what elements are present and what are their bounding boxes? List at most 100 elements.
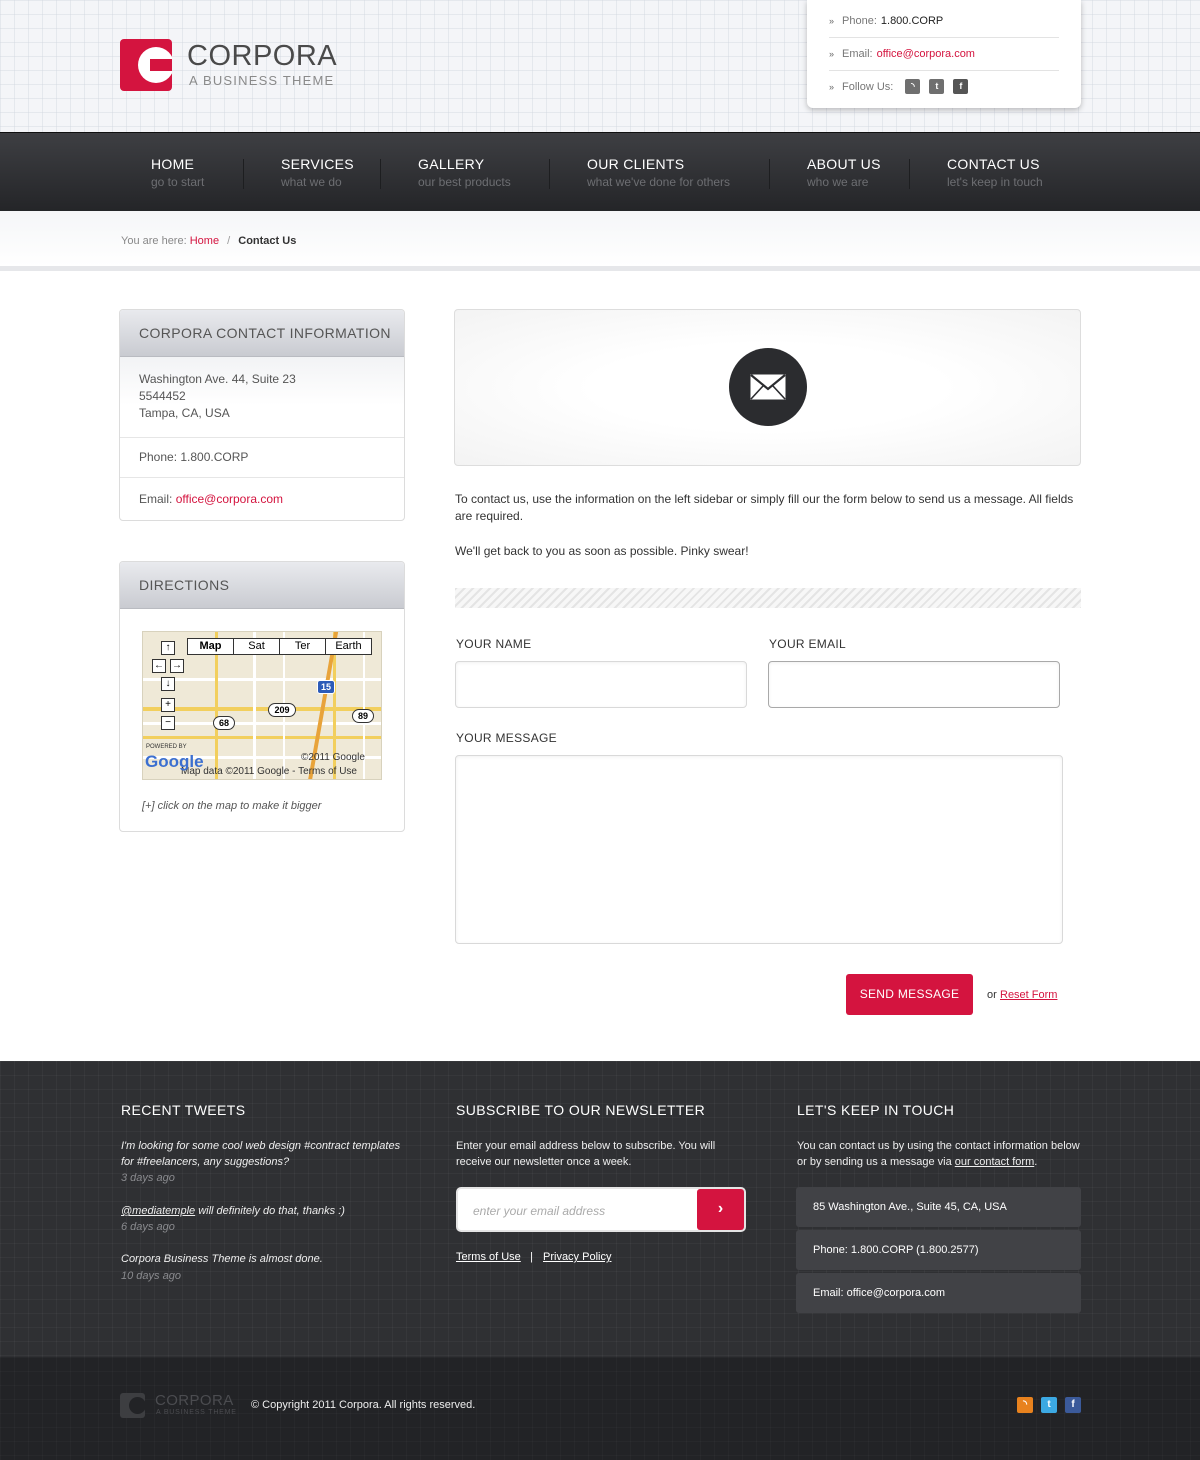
rss-icon[interactable]: ◝ xyxy=(905,79,921,94)
chevron-right-icon: » xyxy=(829,81,835,92)
logo-icon[interactable] xyxy=(120,39,172,91)
breadcrumb-home-link[interactable]: Home xyxy=(190,235,219,247)
newsletter-submit-button[interactable]: › xyxy=(697,1189,744,1230)
newsletter-form: enter your email address › xyxy=(456,1187,746,1232)
pan-down-icon[interactable]: ↓ xyxy=(161,677,175,691)
map-powered-by: POWERED BY xyxy=(146,744,187,750)
nav-item-services[interactable]: SERVICES what we do xyxy=(281,156,354,189)
footer-email: Email: office@corpora.com xyxy=(796,1273,1081,1313)
nav-item-our-clients[interactable]: OUR CLIENTS what we've done for others xyxy=(587,156,730,189)
breadcrumb: You are here: Home / Contact Us xyxy=(121,235,296,247)
message-textarea[interactable] xyxy=(455,755,1063,944)
intro-paragraph: We'll get back to you as soon as possibl… xyxy=(455,544,749,558)
divider xyxy=(455,588,1081,608)
map-copyright: ©2011 Google xyxy=(301,752,365,763)
contact-form-link[interactable]: our contact form xyxy=(955,1156,1034,1168)
tweet-mention-link[interactable]: @mediatemple xyxy=(121,1205,195,1217)
tweet-text: Corpora Business Theme is almost done. xyxy=(121,1253,323,1265)
nav-title: HOME xyxy=(151,156,195,172)
footer-link-divider: | xyxy=(530,1251,533,1263)
header-contact-box: » Phone: 1.800.CORP » Email: office@corp… xyxy=(807,0,1081,108)
newsletter-email-input[interactable]: enter your email address xyxy=(473,1204,605,1218)
map-tab-ter[interactable]: Ter xyxy=(279,638,326,655)
twitter-icon[interactable]: t xyxy=(1041,1397,1057,1413)
map-tab-earth[interactable]: Earth xyxy=(325,638,372,655)
address-line: 5544452 xyxy=(139,389,186,403)
pan-up-icon[interactable]: ↑ xyxy=(161,641,175,655)
chevron-right-icon: » xyxy=(829,48,835,59)
zoom-in-icon[interactable]: + xyxy=(161,698,175,712)
privacy-policy-link[interactable]: Privacy Policy xyxy=(543,1251,611,1263)
nav-title: GALLERY xyxy=(418,156,485,172)
address-block: Washington Ave. 44, Suite 23 5544452 Tam… xyxy=(120,357,404,438)
intro-paragraph: To contact us, use the information on th… xyxy=(455,492,1074,523)
map-data-attribution[interactable]: Map data ©2011 Google - Terms of Use xyxy=(181,766,357,777)
map-road xyxy=(143,736,381,739)
twitter-icon[interactable]: t xyxy=(929,79,945,94)
google-logo: Google xyxy=(145,752,204,771)
nav-subtitle: what we do xyxy=(281,175,342,189)
rss-icon[interactable]: ◝ xyxy=(1017,1397,1033,1413)
email-label: YOUR EMAIL xyxy=(769,637,847,651)
header-email-label: Email: xyxy=(842,47,873,60)
breadcrumb-bar: You are here: Home / Contact Us xyxy=(0,211,1200,271)
header-phone-row: » Phone: 1.800.CORP xyxy=(829,4,1059,37)
chevron-right-icon: » xyxy=(829,15,835,26)
nav-subtitle: let's keep in touch xyxy=(947,175,1043,189)
zoom-out-icon[interactable]: − xyxy=(161,716,175,730)
terms-of-use-link[interactable]: Terms of Use xyxy=(456,1251,521,1263)
contact-info-box: CORPORA CONTACT INFORMATION Washington A… xyxy=(119,309,405,521)
nav-divider xyxy=(549,159,550,189)
contact-phone: Phone: 1.800.CORP xyxy=(120,438,404,478)
header-phone: 1.800.CORP xyxy=(880,14,944,27)
email-input[interactable] xyxy=(768,661,1060,708)
map-tab-sat[interactable]: Sat xyxy=(233,638,280,655)
mail-badge xyxy=(729,348,807,426)
footer-logo-tagline: A BUSINESS THEME xyxy=(156,1409,237,1416)
contact-hero-banner xyxy=(454,309,1081,466)
facebook-icon[interactable]: f xyxy=(953,79,969,94)
header-phone-label: Phone: xyxy=(842,14,877,27)
nav-item-gallery[interactable]: GALLERY our best products xyxy=(418,156,511,189)
reset-form-link[interactable]: Reset Form xyxy=(1000,989,1057,1001)
facebook-icon[interactable]: f xyxy=(1065,1397,1081,1413)
nav-title: CONTACT US xyxy=(947,156,1040,172)
directions-title: DIRECTIONS xyxy=(120,562,404,609)
main-nav: HOME go to start SERVICES what we do GAL… xyxy=(0,132,1200,211)
nav-item-home[interactable]: HOME go to start xyxy=(151,156,204,189)
map-type-tabs: Map Sat Ter Earth xyxy=(187,638,372,655)
header-follow-label: Follow Us: xyxy=(842,80,894,93)
send-message-button[interactable]: SEND MESSAGE xyxy=(846,974,973,1015)
footer-logo-icon[interactable] xyxy=(120,1393,145,1418)
breadcrumb-current: Contact Us xyxy=(238,235,297,247)
header-follow-row: » Follow Us: ◝ t f xyxy=(829,70,1059,103)
nav-subtitle: who we are xyxy=(807,175,869,189)
directions-box: DIRECTIONS 209 68 89 15 Map Sat Ter Eart… xyxy=(119,561,405,832)
nav-item-about-us[interactable]: ABOUT US who we are xyxy=(807,156,881,189)
nav-divider xyxy=(243,159,244,189)
nav-item-contact-us[interactable]: CONTACT US let's keep in touch xyxy=(947,156,1043,189)
breadcrumb-prefix: You are here: xyxy=(121,235,187,247)
header-email-row: » Email: office@corpora.com xyxy=(829,37,1059,70)
address-line: Washington Ave. 44, Suite 23 xyxy=(139,372,296,386)
map-tab-map[interactable]: Map xyxy=(187,638,234,655)
breadcrumb-separator: / xyxy=(227,235,231,247)
tweet-date: 3 days ago xyxy=(121,1172,175,1184)
contact-email-link[interactable]: office@corpora.com xyxy=(176,492,283,506)
map-label: 68 xyxy=(213,716,235,730)
logo-title[interactable]: CORPORA xyxy=(187,40,337,72)
nav-divider xyxy=(380,159,381,189)
name-input[interactable] xyxy=(455,661,747,708)
keep-in-touch-title: LET'S KEEP IN TOUCH xyxy=(797,1102,955,1118)
pan-right-icon[interactable]: → xyxy=(170,659,184,673)
map[interactable]: 209 68 89 15 Map Sat Ter Earth ↑ ← → ↓ +… xyxy=(142,631,382,780)
contact-email-row: Email: office@corpora.com xyxy=(120,478,404,520)
pan-left-icon[interactable]: ← xyxy=(152,659,166,673)
header-email-link[interactable]: office@corpora.com xyxy=(877,48,975,60)
envelope-icon xyxy=(750,374,786,400)
nav-title: OUR CLIENTS xyxy=(587,156,685,172)
tweet-text: will definitely do that, thanks :) xyxy=(195,1205,345,1217)
contact-info-title: CORPORA CONTACT INFORMATION xyxy=(120,310,404,357)
map-label: 89 xyxy=(352,709,374,723)
footer-address: 85 Washington Ave., Suite 45, CA, USA xyxy=(796,1187,1081,1227)
